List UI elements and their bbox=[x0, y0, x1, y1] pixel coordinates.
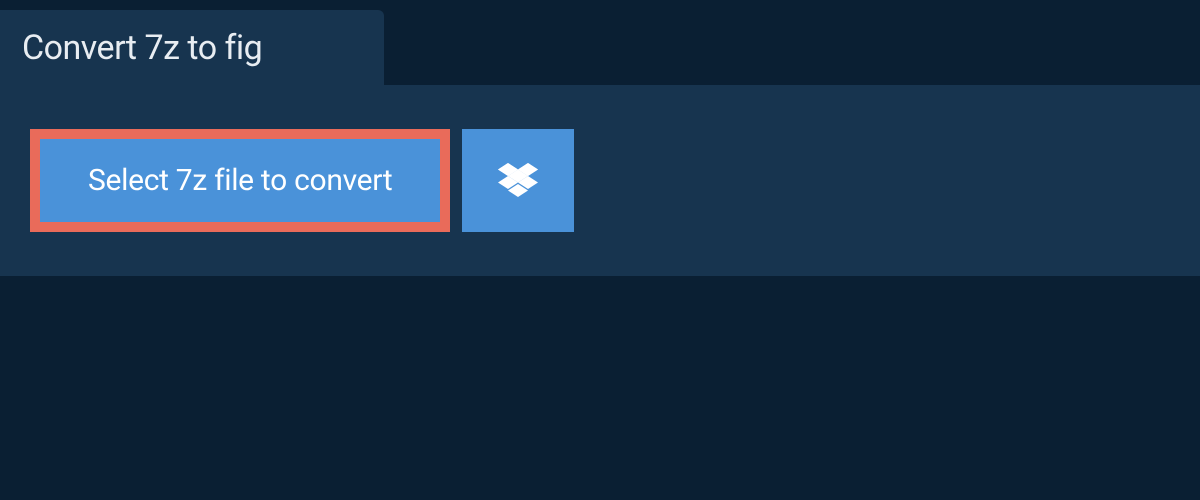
page-title: Convert 7z to fig bbox=[22, 28, 346, 68]
dropbox-button[interactable] bbox=[462, 129, 574, 232]
tab-header: Convert 7z to fig bbox=[0, 10, 384, 86]
select-file-label: Select 7z file to convert bbox=[88, 163, 392, 198]
action-panel: Select 7z file to convert bbox=[0, 85, 1200, 276]
select-file-button[interactable]: Select 7z file to convert bbox=[30, 129, 450, 232]
app-container: Convert 7z to fig Select 7z file to conv… bbox=[0, 0, 1200, 500]
dropbox-icon bbox=[498, 163, 538, 199]
button-group: Select 7z file to convert bbox=[30, 129, 1200, 232]
